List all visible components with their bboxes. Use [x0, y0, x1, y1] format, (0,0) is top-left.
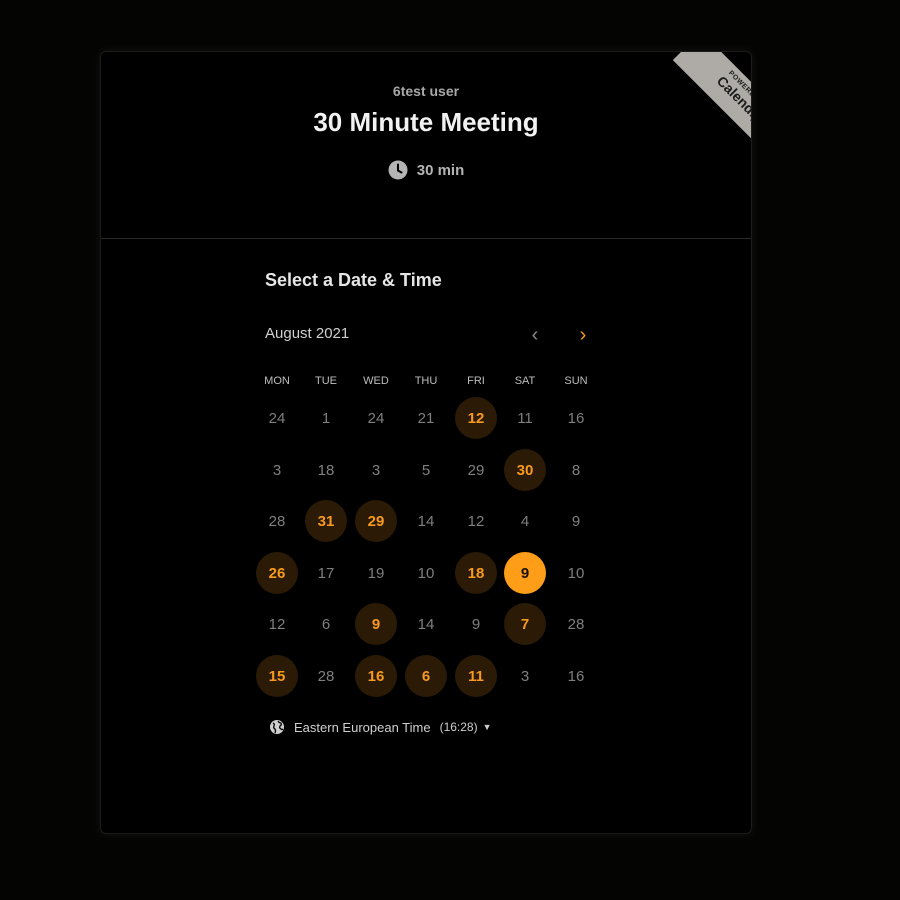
weekday-header: TUE	[315, 375, 337, 387]
calendar-day-available[interactable]: 18	[455, 552, 497, 594]
calendar-day-available[interactable]: 9	[355, 603, 397, 645]
timezone-selector[interactable]: Eastern European Time (16:28) ▼	[269, 719, 492, 735]
powered-by-ribbon[interactable]: POWERED BY Calendly	[655, 52, 752, 156]
chevron-left-icon[interactable]: ‹	[522, 322, 548, 348]
calendar-day: 28	[317, 667, 335, 685]
ribbon-brand: Calendly	[713, 72, 752, 126]
timezone-label: Eastern European Time	[294, 719, 431, 735]
calendar-day: 18	[317, 461, 335, 479]
calendar-day-available[interactable]: 26	[256, 552, 298, 594]
booking-card: 6test user 30 Minute Meeting 30 min POWE…	[100, 51, 752, 834]
event-owner: 6test user	[392, 83, 460, 99]
month-label: August 2021	[265, 325, 350, 342]
clock-icon	[388, 160, 408, 180]
globe-icon	[270, 720, 284, 734]
duration-label: 30 min	[416, 161, 465, 179]
calendar-day: 4	[520, 512, 530, 530]
weekday-header: SAT	[514, 375, 536, 387]
calendar-day: 3	[520, 667, 530, 685]
weekday-header: FRI	[467, 375, 485, 387]
calendar-day: 28	[567, 615, 585, 633]
weekday-header: MON	[264, 375, 290, 387]
calendar-day: 29	[467, 461, 485, 479]
calendar-day-available[interactable]: 12	[455, 397, 497, 439]
calendar-day: 11	[517, 409, 533, 427]
calendar-day-available[interactable]: 30	[504, 449, 546, 491]
calendar-day-available[interactable]: 7	[504, 603, 546, 645]
weekday-header: THU	[414, 375, 438, 387]
calendar-day: 1	[321, 409, 331, 427]
weekday-header: SUN	[564, 375, 588, 387]
chevron-right-icon[interactable]: ›	[570, 322, 596, 348]
weekday-header: WED	[363, 375, 389, 387]
calendar-day-available[interactable]: 6	[405, 655, 447, 697]
calendar-day: 10	[567, 564, 585, 582]
calendar-day: 24	[367, 409, 385, 427]
calendar-day: 28	[268, 512, 286, 530]
calendar-day: 16	[567, 667, 585, 685]
calendar-day: 14	[417, 615, 435, 633]
calendar-day: 16	[567, 409, 585, 427]
calendar-day: 3	[272, 461, 282, 479]
caret-down-icon: ▼	[482, 722, 492, 732]
timezone-time: (16:28)	[439, 720, 478, 734]
calendar-day-available[interactable]: 29	[355, 500, 397, 542]
event-title: 30 Minute Meeting	[313, 107, 539, 137]
calendar-day: 10	[417, 564, 435, 582]
event-header: 6test user 30 Minute Meeting 30 min	[101, 52, 751, 239]
calendar-day-available[interactable]: 31	[305, 500, 347, 542]
calendar-day: 17	[317, 564, 335, 582]
calendar-day: 8	[571, 461, 581, 479]
calendar-day: 9	[571, 512, 581, 530]
calendar-day: 5	[421, 461, 431, 479]
calendar-day: 21	[417, 409, 435, 427]
calendar-day-selected[interactable]: 9	[504, 552, 546, 594]
calendar-day: 14	[417, 512, 435, 530]
calendar-day: 19	[367, 564, 385, 582]
calendar-day: 12	[268, 615, 286, 633]
calendar-day-available[interactable]: 11	[455, 655, 497, 697]
calendar-day-available[interactable]: 16	[355, 655, 397, 697]
event-duration: 30 min	[101, 160, 751, 180]
calendar-day-available[interactable]: 15	[256, 655, 298, 697]
calendar-day: 6	[321, 615, 331, 633]
section-title: Select a Date & Time	[265, 270, 442, 290]
calendar-day: 12	[467, 512, 485, 530]
calendar-day: 3	[371, 461, 381, 479]
calendar-day: 9	[471, 615, 481, 633]
calendar-day: 24	[268, 409, 286, 427]
